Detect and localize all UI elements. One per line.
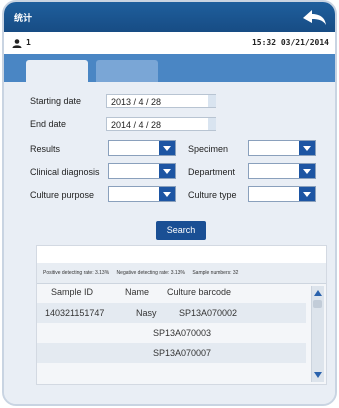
starting-date-value: 2013 / 4 / 28 (111, 97, 162, 107)
table-row[interactable] (37, 363, 306, 383)
specimen-select[interactable] (248, 140, 316, 156)
positive-rate: Positive detecting rate: 3.13% (43, 270, 110, 276)
culture-barcode-cell: SP13A070003 (153, 328, 212, 338)
culture-barcode-cell: SP13A070007 (153, 348, 212, 358)
starting-date-input[interactable]: 2013 / 4 / 28 (106, 94, 216, 108)
department-label: Department (188, 167, 236, 177)
end-date-label: End date (30, 119, 67, 129)
name-cell: Nasy (136, 308, 157, 318)
window-title: 统计 (14, 14, 33, 24)
search-button[interactable]: Search (156, 221, 206, 240)
starting-date-label: Starting date (30, 96, 82, 106)
clinical-diagnosis-select[interactable] (108, 163, 176, 179)
tab-1[interactable] (26, 60, 88, 82)
query-form: Starting date 2013 / 4 / 28 End date 201… (26, 82, 319, 245)
chevron-down-icon[interactable] (159, 164, 175, 178)
culture-barcode-cell: SP13A070002 (179, 308, 238, 318)
date-spinner-icon[interactable] (208, 118, 216, 130)
summary-line: Positive detecting rate: 3.13% Negative … (37, 263, 326, 284)
results-select[interactable] (108, 140, 176, 156)
table-row[interactable]: SP13A070007 (37, 343, 306, 363)
results-panel: Positive detecting rate: 3.13% Negative … (36, 245, 327, 385)
results-header (37, 246, 326, 264)
column-header-name: Name (125, 287, 150, 297)
culture-purpose-label: Culture purpose (30, 190, 95, 200)
table-row[interactable]: 140321151747 Nasy SP13A070002 (37, 303, 306, 323)
negative-rate: Negative detecting rate: 3.13% (116, 270, 185, 276)
bottom-strip (4, 388, 335, 404)
sample-numbers: Sample numbers: 32 (192, 270, 239, 276)
department-select[interactable] (248, 163, 316, 179)
column-header-culture-barcode: Culture barcode (167, 287, 232, 297)
specimen-label: Specimen (188, 144, 229, 154)
chevron-down-icon[interactable] (299, 164, 315, 178)
sample-id-cell: 140321151747 (45, 308, 105, 318)
status-bar: 1 15:32 03/21/2014 (4, 32, 335, 55)
chevron-down-icon[interactable] (299, 187, 315, 201)
user-icon (12, 39, 22, 48)
chevron-down-icon[interactable] (159, 141, 175, 155)
culture-type-select[interactable] (248, 186, 316, 202)
chevron-down-icon[interactable] (159, 187, 175, 201)
tab-bar (4, 54, 335, 82)
culture-type-label: Culture type (188, 190, 237, 200)
results-label: Results (30, 144, 61, 154)
tab-2[interactable] (96, 60, 158, 82)
title-bar: 统计 (4, 2, 335, 32)
column-header-sample-id: Sample ID (51, 287, 94, 297)
back-arrow-icon[interactable] (299, 6, 329, 28)
scroll-down-icon[interactable] (314, 372, 322, 378)
results-scrollbar[interactable] (311, 286, 324, 382)
app-window: 统计 1 15:32 03/21/2014 Starting date 2013… (2, 0, 337, 406)
clinical-diagnosis-label: Clinical diagnosis (30, 167, 100, 177)
end-date-input[interactable]: 2014 / 4 / 28 (106, 117, 216, 131)
user-number: 1 (26, 38, 31, 47)
scroll-up-icon[interactable] (314, 290, 322, 296)
table-row[interactable]: SP13A070003 (37, 323, 306, 343)
clock: 15:32 03/21/2014 (251, 38, 329, 47)
culture-purpose-select[interactable] (108, 186, 176, 202)
end-date-value: 2014 / 4 / 28 (111, 120, 162, 130)
scroll-thumb[interactable] (313, 300, 322, 308)
chevron-down-icon[interactable] (299, 141, 315, 155)
date-spinner-icon[interactable] (208, 95, 216, 107)
